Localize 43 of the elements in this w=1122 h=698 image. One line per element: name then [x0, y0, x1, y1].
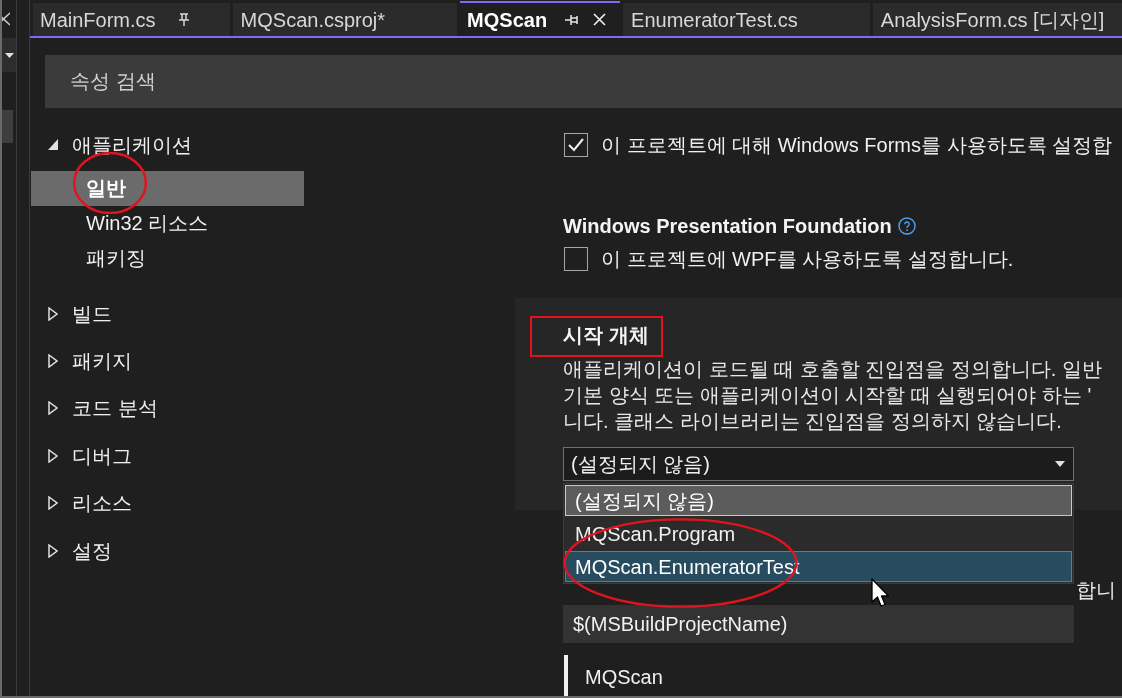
tab[interactable]: MQScan.csproj*	[232, 3, 458, 36]
checkbox[interactable]	[564, 247, 588, 271]
help-icon[interactable]	[897, 217, 916, 235]
checkbox[interactable]	[564, 133, 588, 157]
caret-icon	[4, 52, 14, 58]
tree-item[interactable]: 디버그	[30, 432, 303, 480]
expanded-triangle-icon[interactable]	[48, 139, 58, 151]
section-title: 시작 개체	[563, 323, 649, 347]
tree-item[interactable]: 애플리케이션	[30, 121, 303, 169]
collapsed-triangle-icon[interactable]	[48, 401, 58, 416]
tree-item[interactable]: 리소스	[30, 479, 303, 527]
dropdown-option[interactable]: (설정되지 않음)	[565, 485, 1072, 516]
tree-item[interactable]: Win32 리소스	[31, 206, 304, 241]
collapsed-triangle-icon[interactable]	[48, 448, 58, 463]
tree-item[interactable]: 패키지	[30, 337, 303, 385]
checkbox-label[interactable]: 이 프로젝트에 WPF를 사용하도록 설정합니다.	[601, 244, 1014, 274]
description-text: 합니	[1076, 578, 1116, 603]
pin-icon[interactable]	[564, 13, 579, 26]
close-icon[interactable]	[2, 12, 10, 26]
tree-item[interactable]: 빌드	[30, 290, 303, 338]
collapsed-triangle-icon[interactable]	[48, 543, 58, 558]
tree-item[interactable]: 설정	[30, 526, 303, 575]
tab[interactable]: AnalysisForm.cs [디자인]	[872, 3, 1122, 36]
tree-item[interactable]: 패키징	[31, 241, 304, 276]
description-text: 애플리케이션이 로드될 때 호출할 진입점을 정의합니다. 일반 기본 양식 또는 애플리케이션이 시작할 때 실행되어야 하는 ' 니다. 클래스 라이브러리는 진입점을 정의하지 않습니다.	[563, 357, 1102, 434]
value-preview: MQScan	[564, 655, 663, 696]
tab[interactable]: MainForm.cs	[33, 3, 230, 36]
cursor-icon	[871, 578, 890, 608]
caret-icon[interactable]	[1055, 461, 1065, 467]
search-field[interactable]: 속성 검색	[45, 55, 1122, 108]
tree-item[interactable]: 코드 분석	[30, 384, 303, 433]
checkmark-icon	[568, 138, 584, 152]
collapsed-triangle-icon[interactable]	[48, 354, 58, 369]
dropdown[interactable]: (설정되지 않음)	[563, 447, 1074, 481]
collapsed-triangle-icon[interactable]	[48, 306, 58, 321]
pin-icon[interactable]	[177, 12, 190, 27]
section-heading: Windows Presentation Foundation	[563, 214, 892, 239]
tab[interactable]: EnumeratorTest.cs	[623, 3, 870, 36]
scrollbar-thumb[interactable]	[2, 110, 13, 143]
checkbox-label[interactable]: 이 프로젝트에 대해 Windows Forms를 사용하도록 설정합	[601, 130, 1113, 160]
dropdown-button[interactable]	[2, 38, 16, 72]
collapsed-triangle-icon[interactable]	[48, 496, 58, 511]
text-field[interactable]: $(MSBuildProjectName)	[563, 605, 1074, 643]
